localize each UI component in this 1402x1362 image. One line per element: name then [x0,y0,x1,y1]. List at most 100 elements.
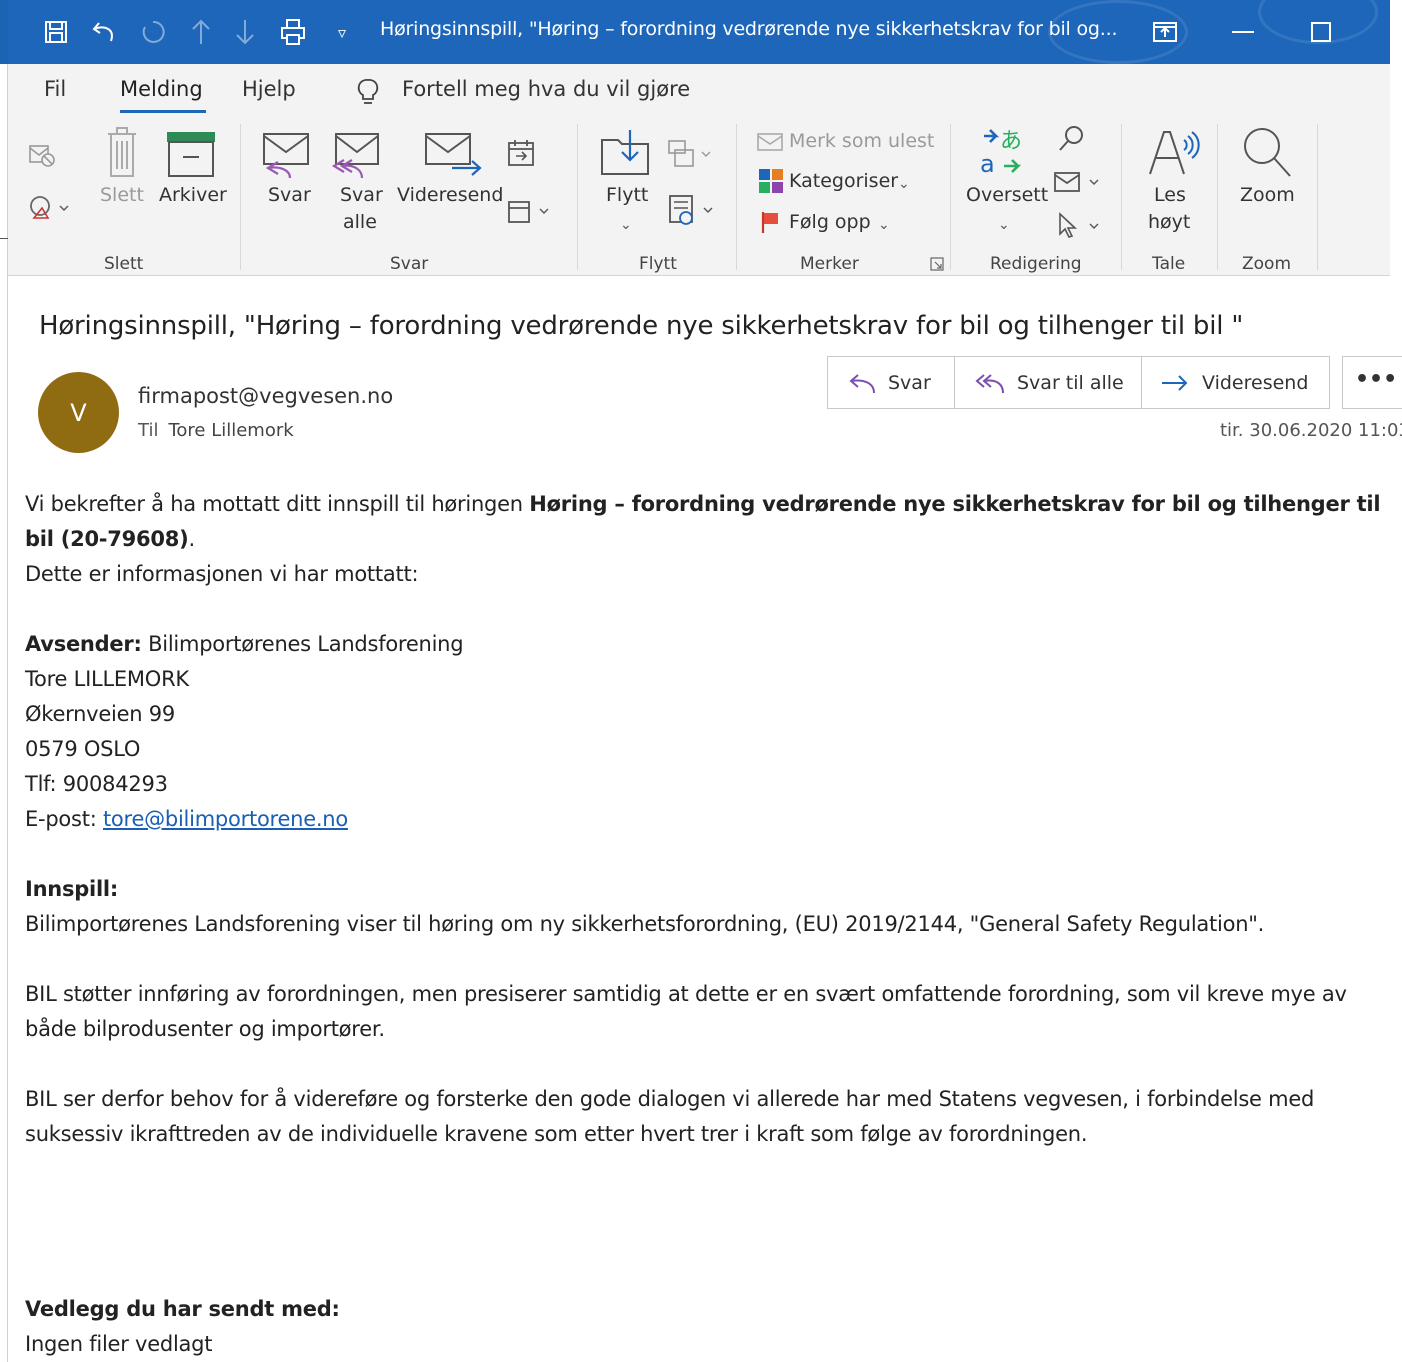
contact-name: Tore LILLEMORK [25,667,189,691]
to-label: Til [138,420,159,441]
postal-address: 0579 OSLO [25,737,141,761]
svg-text:あ: あ [1000,129,1022,154]
archive-icon[interactable] [165,130,217,182]
move-button-label[interactable]: Flytt [606,184,648,206]
input-paragraph-3: BIL ser derfor behov for å videreføre og… [25,1087,1315,1146]
sender-label: Avsender: [25,632,142,656]
move-icon[interactable] [600,128,652,182]
maximize-icon[interactable] [1306,16,1336,48]
reply-button[interactable]: Svar [828,357,955,408]
intro-end: . [188,527,195,551]
undo-icon[interactable] [88,16,122,48]
reply-button-label[interactable]: Svar [268,184,311,206]
follow-up-label[interactable]: Følg opp [789,211,871,233]
avatar-letter: V [70,398,87,427]
onenote-icon[interactable] [666,192,718,232]
reply-arrow-icon [849,373,875,393]
zoom-icon[interactable] [1240,124,1296,184]
more-respond-icon[interactable] [506,196,554,230]
attachments-heading: Vedlegg du har sendt med: [25,1292,1385,1327]
group-move-label: Flytt [639,254,677,274]
translate-icon[interactable]: あa [974,126,1028,180]
street-address: Økernveien 99 [25,702,175,726]
menu-help[interactable]: Hjelp [242,77,296,101]
ribbon-separator [1121,124,1122,270]
delete-button-label[interactable]: Slett [100,184,144,206]
input-paragraph-1: Bilimportørenes Landsforening viser til … [25,912,1265,936]
ignore-icon[interactable] [26,142,58,172]
menu-bar: Fil Melding Hjelp Fortell meg hva du vil… [8,64,1390,118]
input-paragraph-2: BIL støtter innføring av forordningen, m… [25,982,1347,1041]
ribbon-separator [240,124,241,270]
ribbon-separator [1217,124,1218,270]
email-label: E-post: [25,807,103,831]
categorize-chevron-icon[interactable]: ⌄ [898,173,910,192]
up-arrow-icon[interactable] [186,16,216,48]
print-icon[interactable] [276,16,310,48]
read-aloud-icon[interactable] [1146,126,1202,182]
received-datetime: tir. 30.06.2020 11:03 [1220,420,1402,441]
window-left-edge [0,0,8,1362]
recipient-row: Til Tore Lillemork [138,420,294,441]
title-bar: ▿ Høringsinnspill, "Høring – forordning … [8,0,1390,64]
reply-icon[interactable] [260,132,314,182]
input-label: Innspill: [25,877,118,901]
redo-icon[interactable] [136,16,170,48]
attachments-label: Vedlegg du har sendt med: [25,1297,340,1321]
lightbulb-icon [356,78,380,110]
svg-text:a: a [980,150,995,176]
menu-file[interactable]: Fil [44,77,66,101]
mark-unread-icon[interactable] [756,130,786,158]
reply-all-arrow-icon [975,373,1004,393]
categorize-icon[interactable] [758,168,784,198]
email-link[interactable]: tore@bilimportorene.no [103,807,348,831]
archive-button-label[interactable]: Arkiver [159,184,227,206]
forward-button[interactable]: Videresend [1142,357,1329,408]
reply-all-button[interactable]: Svar til alle [955,357,1142,408]
ribbon-separator [950,124,951,270]
translate-chevron-icon[interactable]: ⌄ [998,214,1010,233]
read-aloud-label-1[interactable]: Les [1154,184,1186,206]
attachments-value: Ingen filer vedlagt [25,1332,213,1356]
more-actions-button[interactable]: ••• [1342,356,1402,409]
find-icon[interactable] [1056,124,1088,158]
ribbon-separator [736,124,737,270]
input-heading: Innspill: [25,872,1385,907]
group-delete-label: Slett [104,254,144,274]
minimize-icon[interactable] [1228,16,1258,48]
follow-up-chevron-icon[interactable]: ⌄ [878,214,890,233]
zoom-button-label[interactable]: Zoom [1240,184,1295,206]
move-dropdown-chevron-icon[interactable]: ⌄ [620,214,632,233]
customize-toolbar-icon[interactable]: ▿ [330,16,354,48]
email-subject: Høringsinnspill, "Høring – forordning ve… [39,311,1244,341]
recipient-name[interactable]: Tore Lillemork [168,420,293,441]
reply-all-label-1[interactable]: Svar [340,184,383,206]
phone-number: Tlf: 90084293 [25,772,168,796]
tell-me-search[interactable]: Fortell meg hva du vil gjøre [402,77,690,101]
forward-icon[interactable] [422,132,486,182]
info-line: Dette er informasjonen vi har mottatt: [25,562,419,586]
flag-icon[interactable] [760,210,782,238]
related-icon[interactable] [1052,170,1108,200]
sender-address[interactable]: firmapost@vegvesen.no [138,384,393,408]
reply-all-icon[interactable] [330,132,384,182]
reply-button-text: Svar [888,371,931,394]
avatar: V [38,372,119,453]
down-arrow-icon[interactable] [230,16,260,48]
save-icon[interactable] [40,16,72,48]
group-zoom-label: Zoom [1242,254,1292,274]
menu-message[interactable]: Melding [120,77,203,101]
mark-unread-label[interactable]: Merk som ulest [789,130,934,152]
forward-button-label[interactable]: Videresend [397,184,503,206]
junk-icon[interactable] [28,194,72,228]
reply-all-label-2[interactable]: alle [343,211,377,233]
ribbon-display-icon[interactable] [1148,16,1182,48]
meeting-icon[interactable] [506,138,536,172]
read-aloud-label-2[interactable]: høyt [1148,211,1190,233]
select-cursor-icon[interactable] [1054,210,1108,244]
categorize-label[interactable]: Kategoriser [789,170,898,192]
rules-icon[interactable] [666,138,716,176]
dialog-launcher-icon[interactable] [930,256,944,275]
delete-icon[interactable] [104,126,140,184]
translate-label[interactable]: Oversett [966,184,1048,206]
